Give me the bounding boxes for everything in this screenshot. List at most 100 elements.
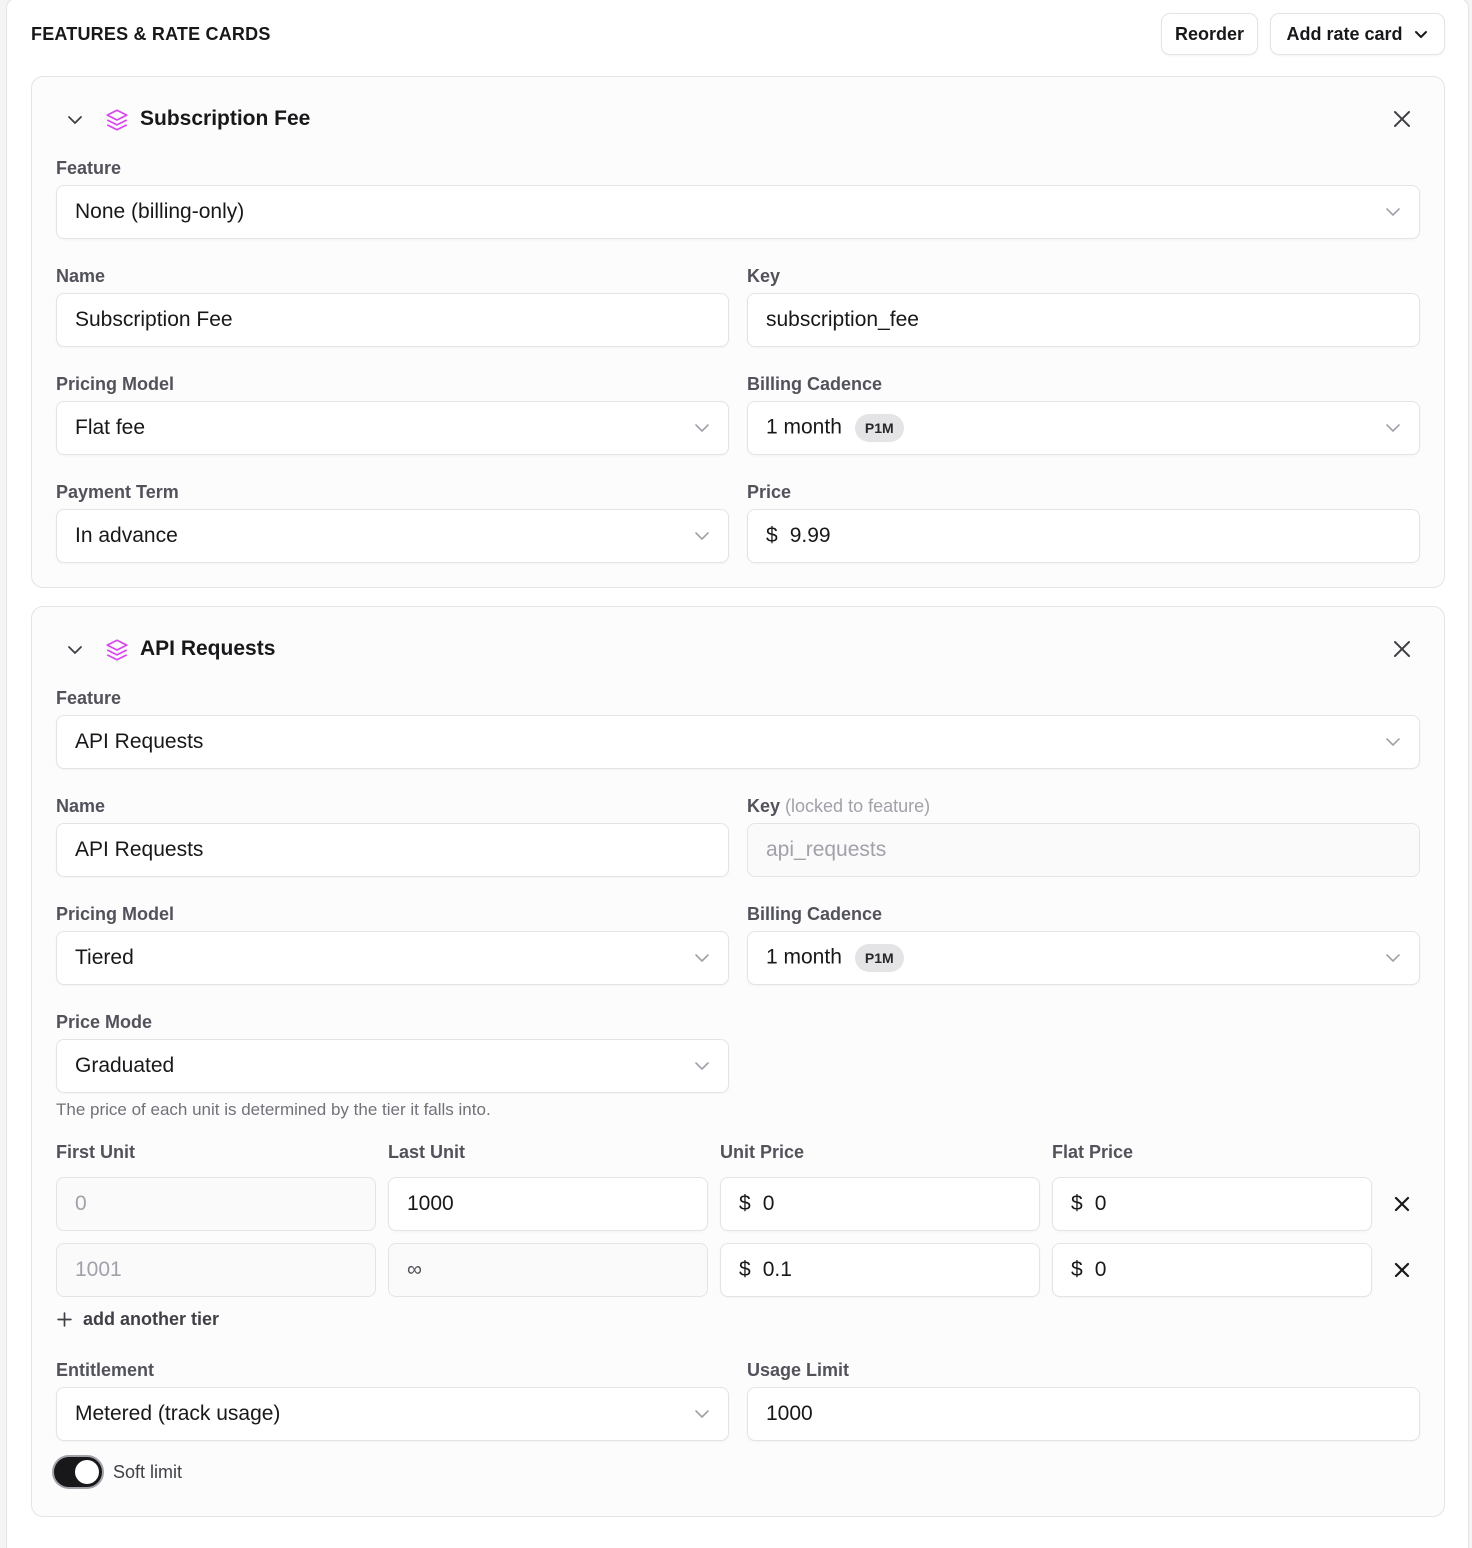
price-mode-help-text: The price of each unit is determined by …: [56, 1100, 491, 1119]
tier-last-unit-value: ∞: [407, 1258, 422, 1281]
collapse-chevron-icon[interactable]: [66, 641, 84, 659]
reorder-button[interactable]: Reorder: [1161, 13, 1258, 55]
layers-icon: [106, 109, 128, 131]
tier-flat-price-value: 0: [1094, 1258, 1107, 1281]
tier-unit-price-value: 0: [762, 1192, 775, 1215]
add-tier-button[interactable]: add another tier: [56, 1309, 219, 1330]
usage-limit-label: Usage Limit: [747, 1360, 850, 1380]
tier-first-unit-input: 1001: [56, 1243, 376, 1297]
key-label: Key: [747, 266, 781, 286]
payment-term-value: In advance: [75, 524, 178, 547]
section-title: FEATURES & RATE CARDS: [31, 24, 271, 44]
price-label: Price: [747, 482, 792, 502]
tier-last-unit-input: ∞: [388, 1243, 708, 1297]
add-rate-card-button[interactable]: Add rate card: [1270, 13, 1445, 55]
payment-term-select[interactable]: In advance: [56, 509, 729, 563]
tier-unit-price-input[interactable]: $ 0.1: [720, 1243, 1040, 1297]
name-label: Name: [56, 266, 106, 286]
billing-cadence-badge: P1M: [854, 414, 904, 442]
tier-unit-price-input[interactable]: $ 0: [720, 1177, 1040, 1231]
plus-icon: [57, 1312, 72, 1327]
chevron-down-icon: [1386, 738, 1400, 746]
name-input-value: Subscription Fee: [75, 308, 233, 331]
feature-select[interactable]: None (billing-only): [56, 185, 1420, 239]
chevron-down-icon: [695, 1062, 709, 1070]
tier-flat-price-input[interactable]: $ 0: [1052, 1243, 1372, 1297]
key-label-text: Key: [747, 796, 781, 816]
billing-cadence-select[interactable]: 1 month P1M: [747, 401, 1420, 455]
close-icon[interactable]: [1393, 110, 1411, 128]
feature-select[interactable]: API Requests: [56, 715, 1420, 769]
payment-term-label: Payment Term: [56, 482, 179, 502]
tier-first-unit-value: 0: [75, 1192, 87, 1215]
currency-symbol: $: [1071, 1258, 1083, 1281]
key-locked-note: (locked to feature): [785, 796, 931, 816]
currency-symbol: $: [739, 1192, 751, 1215]
key-input-value: api_requests: [766, 838, 887, 861]
chevron-down-icon: [695, 424, 709, 432]
entitlement-value: Metered (track usage): [75, 1402, 281, 1425]
name-input[interactable]: Subscription Fee: [56, 293, 729, 347]
billing-cadence-value: 1 month: [766, 945, 842, 969]
tier-flat-price-input[interactable]: $ 0: [1052, 1177, 1372, 1231]
chevron-down-icon: [1386, 424, 1400, 432]
billing-cadence-value: 1 month: [766, 415, 842, 439]
tier-header-flat-price: Flat Price: [1052, 1142, 1134, 1162]
name-input[interactable]: API Requests: [56, 823, 729, 877]
chevron-down-icon: [1414, 31, 1427, 38]
name-label: Name: [56, 796, 106, 816]
tier-unit-price-value: 0.1: [762, 1258, 792, 1281]
usage-limit-input[interactable]: 1000: [747, 1387, 1420, 1441]
add-tier-label: add another tier: [83, 1309, 220, 1329]
currency-symbol: $: [766, 524, 778, 547]
billing-cadence-select[interactable]: 1 month P1M: [747, 931, 1420, 985]
price-mode-select[interactable]: Graduated: [56, 1039, 729, 1093]
add-rate-card-label: Add rate card: [1286, 23, 1403, 44]
pricing-model-label: Pricing Model: [56, 374, 175, 394]
remove-tier-close-icon[interactable]: [1394, 1262, 1410, 1278]
soft-limit-label: Soft limit: [113, 1462, 183, 1482]
tier-flat-price-value: 0: [1094, 1192, 1107, 1215]
tier-last-unit-value: 1000: [407, 1192, 454, 1215]
key-input[interactable]: subscription_fee: [747, 293, 1420, 347]
chevron-down-icon: [1386, 954, 1400, 962]
pricing-model-select[interactable]: Flat fee: [56, 401, 729, 455]
key-label: Key (locked to feature): [747, 795, 930, 817]
tier-first-unit-input: 0: [56, 1177, 376, 1231]
price-mode-value: Graduated: [75, 1054, 175, 1077]
reorder-button-label: Reorder: [1174, 23, 1245, 44]
tier-last-unit-input[interactable]: 1000: [388, 1177, 708, 1231]
tier-header-first-unit: First Unit: [56, 1142, 135, 1162]
price-input-value: 9.99: [789, 524, 831, 547]
currency-symbol: $: [739, 1258, 751, 1281]
tier-header-last-unit: Last Unit: [388, 1142, 466, 1162]
pricing-model-label: Pricing Model: [56, 904, 175, 924]
collapse-chevron-icon[interactable]: [66, 111, 84, 129]
key-input-locked: api_requests: [747, 823, 1420, 877]
close-icon[interactable]: [1393, 640, 1411, 658]
pricing-model-select[interactable]: Tiered: [56, 931, 729, 985]
toggle-knob: [75, 1460, 99, 1484]
soft-limit-toggle[interactable]: [52, 1455, 104, 1489]
layers-icon: [106, 639, 128, 661]
entitlement-select[interactable]: Metered (track usage): [56, 1387, 729, 1441]
rate-card-title: API Requests: [140, 637, 276, 660]
rate-card-title: Subscription Fee: [140, 107, 311, 130]
billing-cadence-label: Billing Cadence: [747, 374, 883, 394]
remove-tier-close-icon[interactable]: [1394, 1196, 1410, 1212]
name-input-value: API Requests: [75, 838, 204, 861]
pricing-model-value: Flat fee: [75, 416, 146, 439]
billing-cadence-badge: P1M: [854, 944, 904, 972]
feature-label: Feature: [56, 158, 122, 178]
chevron-down-icon: [695, 532, 709, 540]
chevron-down-icon: [1386, 208, 1400, 216]
chevron-down-icon: [695, 954, 709, 962]
price-mode-label: Price Mode: [56, 1012, 153, 1032]
key-input-value: subscription_fee: [766, 308, 919, 331]
feature-label: Feature: [56, 688, 122, 708]
entitlement-label: Entitlement: [56, 1360, 155, 1380]
chevron-down-icon: [695, 1410, 709, 1418]
currency-symbol: $: [1071, 1192, 1083, 1215]
price-input[interactable]: $ 9.99: [747, 509, 1420, 563]
billing-cadence-label: Billing Cadence: [747, 904, 883, 924]
